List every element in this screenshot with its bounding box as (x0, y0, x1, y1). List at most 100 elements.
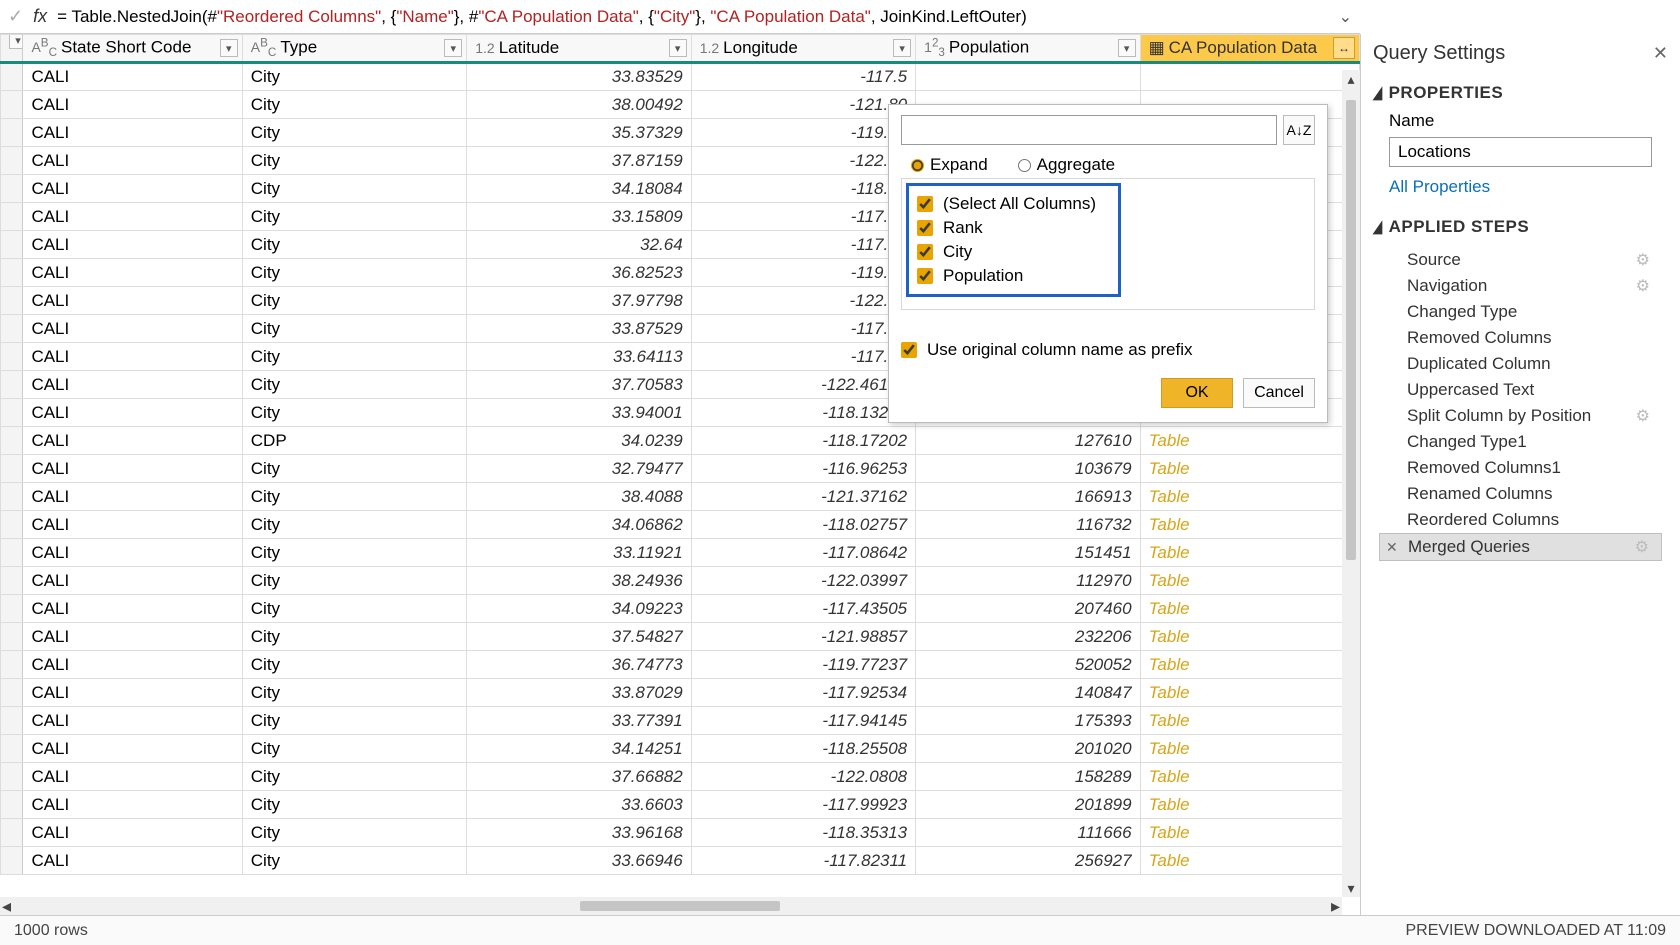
filter-icon[interactable]: ▾ (893, 39, 911, 57)
ca-data-cell[interactable]: Table (1140, 511, 1359, 539)
population-cell[interactable]: 520052 (916, 651, 1140, 679)
table-row[interactable]: CALICity33.11921-117.08642151451Table (1, 539, 1360, 567)
type-cell[interactable]: City (242, 231, 466, 259)
type-cell[interactable]: City (242, 455, 466, 483)
population-cell[interactable]: 207460 (916, 595, 1140, 623)
type-cell[interactable]: City (242, 735, 466, 763)
latitude-cell[interactable]: 33.83529 (467, 63, 691, 91)
latitude-cell[interactable]: 34.18084 (467, 175, 691, 203)
row-index-cell[interactable] (1, 259, 23, 287)
scroll-up-icon[interactable]: ▴ (1342, 70, 1360, 88)
state-cell[interactable]: CALI (23, 315, 242, 343)
longitude-cell[interactable]: -118.17202 (691, 427, 915, 455)
applied-step[interactable]: Changed Type (1379, 299, 1662, 325)
column-header-type[interactable]: ABCType▾ (242, 35, 466, 63)
type-cell[interactable]: City (242, 259, 466, 287)
row-index-cell[interactable] (1, 791, 23, 819)
population-cell[interactable]: 158289 (916, 763, 1140, 791)
ca-data-cell[interactable]: Table (1140, 567, 1359, 595)
state-cell[interactable]: CALI (23, 735, 242, 763)
population-cell[interactable]: 201020 (916, 735, 1140, 763)
row-index-cell[interactable] (1, 651, 23, 679)
longitude-cell[interactable]: -119.70 (691, 259, 915, 287)
row-index-cell[interactable] (1, 343, 23, 371)
row-index-cell[interactable] (1, 147, 23, 175)
row-index-cell[interactable] (1, 595, 23, 623)
latitude-cell[interactable]: 37.87159 (467, 147, 691, 175)
applied-step[interactable]: Split Column by Position⚙ (1379, 403, 1662, 429)
scroll-left-icon[interactable]: ◂ (2, 896, 11, 916)
table-row[interactable]: CALICity37.54827-121.98857232206Table (1, 623, 1360, 651)
formula-commit-icon[interactable]: ✓ (8, 6, 23, 27)
delete-step-icon[interactable]: ✕ (1386, 539, 1398, 556)
population-cell[interactable]: 112970 (916, 567, 1140, 595)
formula-input[interactable]: = Table.NestedJoin(#"Reordered Columns",… (57, 7, 1328, 27)
latitude-cell[interactable]: 38.00492 (467, 91, 691, 119)
scrollbar-thumb[interactable] (580, 901, 780, 911)
table-row[interactable]: CALICity37.66882-122.0808158289Table (1, 763, 1360, 791)
type-cell[interactable]: City (242, 567, 466, 595)
type-cell[interactable]: City (242, 483, 466, 511)
longitude-cell[interactable]: -121.37162 (691, 483, 915, 511)
ca-data-cell[interactable]: Table (1140, 595, 1359, 623)
ca-data-cell[interactable]: Table (1140, 623, 1359, 651)
latitude-cell[interactable]: 33.15809 (467, 203, 691, 231)
row-index-cell[interactable] (1, 735, 23, 763)
longitude-cell[interactable]: -117.43505 (691, 595, 915, 623)
applied-step[interactable]: Navigation⚙ (1379, 273, 1662, 299)
ca-data-cell[interactable]: Table (1140, 679, 1359, 707)
population-cell[interactable]: 201899 (916, 791, 1140, 819)
type-cell[interactable]: City (242, 343, 466, 371)
type-cell[interactable]: City (242, 63, 466, 91)
table-row[interactable]: CALICity33.77391-117.94145175393Table (1, 707, 1360, 735)
table-row[interactable]: CALICity33.66946-117.82311256927Table (1, 847, 1360, 875)
state-cell[interactable]: CALI (23, 455, 242, 483)
state-cell[interactable]: CALI (23, 819, 242, 847)
table-row[interactable]: CALICity34.09223-117.43505207460Table (1, 595, 1360, 623)
state-cell[interactable]: CALI (23, 763, 242, 791)
longitude-cell[interactable]: -117.92534 (691, 679, 915, 707)
horizontal-scrollbar[interactable]: ◂ ▸ (0, 897, 1342, 915)
longitude-cell[interactable]: -117.35 (691, 203, 915, 231)
state-cell[interactable]: CALI (23, 203, 242, 231)
table-row[interactable]: CALICity38.24936-122.03997112970Table (1, 567, 1360, 595)
type-cell[interactable]: City (242, 763, 466, 791)
row-index-cell[interactable] (1, 175, 23, 203)
longitude-cell[interactable]: -118.35313 (691, 819, 915, 847)
ca-data-cell[interactable]: Table (1140, 847, 1359, 875)
expand-radio[interactable]: Expand (911, 155, 988, 175)
row-index-cell[interactable] (1, 763, 23, 791)
latitude-cell[interactable]: 33.96168 (467, 819, 691, 847)
aggregate-radio[interactable]: Aggregate (1018, 155, 1115, 175)
ca-data-cell[interactable]: Table (1140, 651, 1359, 679)
latitude-cell[interactable]: 33.77391 (467, 707, 691, 735)
column-header-latitude[interactable]: 1.2Latitude▾ (467, 35, 691, 63)
longitude-cell[interactable]: -122.03 (691, 287, 915, 315)
latitude-cell[interactable]: 33.87529 (467, 315, 691, 343)
scroll-down-icon[interactable]: ▾ (1342, 879, 1360, 897)
longitude-cell[interactable]: -117.91 (691, 343, 915, 371)
latitude-cell[interactable]: 33.64113 (467, 343, 691, 371)
formula-expand-icon[interactable]: ⌄ (1339, 7, 1352, 27)
row-index-cell[interactable] (1, 371, 23, 399)
state-cell[interactable]: CALI (23, 175, 242, 203)
expand-column-icon[interactable]: ↔ (1333, 37, 1355, 59)
row-index-cell[interactable] (1, 427, 23, 455)
type-cell[interactable]: City (242, 595, 466, 623)
use-prefix-checkbox[interactable]: Use original column name as prefix (901, 340, 1193, 360)
longitude-cell[interactable]: -118.13257 (691, 399, 915, 427)
table-row[interactable]: CALICity33.87029-117.92534140847Table (1, 679, 1360, 707)
filter-icon[interactable]: ▾ (1118, 39, 1136, 57)
latitude-cell[interactable]: 34.0239 (467, 427, 691, 455)
type-cell[interactable]: City (242, 623, 466, 651)
table-row[interactable]: CALICity36.74773-119.77237520052Table (1, 651, 1360, 679)
population-checkbox[interactable]: Population (917, 264, 1110, 288)
longitude-cell[interactable]: -117.56 (691, 315, 915, 343)
query-name-input[interactable] (1389, 137, 1652, 167)
sort-az-button[interactable]: A↓Z (1283, 115, 1315, 145)
applied-steps-section[interactable]: ◢APPLIED STEPS (1371, 211, 1670, 243)
gear-icon[interactable]: ⚙ (1636, 276, 1650, 296)
longitude-cell[interactable]: -119.77237 (691, 651, 915, 679)
state-cell[interactable]: CALI (23, 147, 242, 175)
state-cell[interactable]: CALI (23, 651, 242, 679)
